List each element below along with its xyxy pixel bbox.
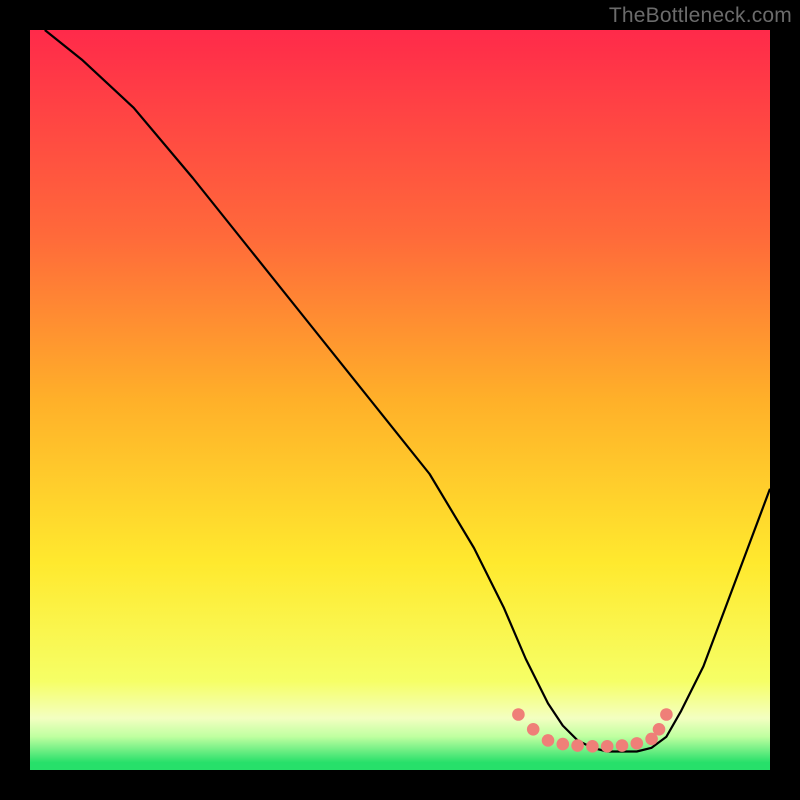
optimum-dot [601,740,614,753]
watermark-text: TheBottleneck.com [609,4,792,28]
optimum-dot [653,723,666,736]
optimum-dot [542,734,555,747]
optimum-dot [557,738,570,751]
chart-frame: TheBottleneck.com [0,0,800,800]
optimum-dot [571,739,584,752]
optimum-dot [586,740,599,753]
optimum-dot [512,708,525,721]
optimum-dot [631,737,644,750]
optimum-dot [660,708,673,721]
optimum-dot [616,739,629,752]
chart-plot [30,30,770,770]
optimum-dot [527,723,540,736]
chart-background [30,30,770,770]
